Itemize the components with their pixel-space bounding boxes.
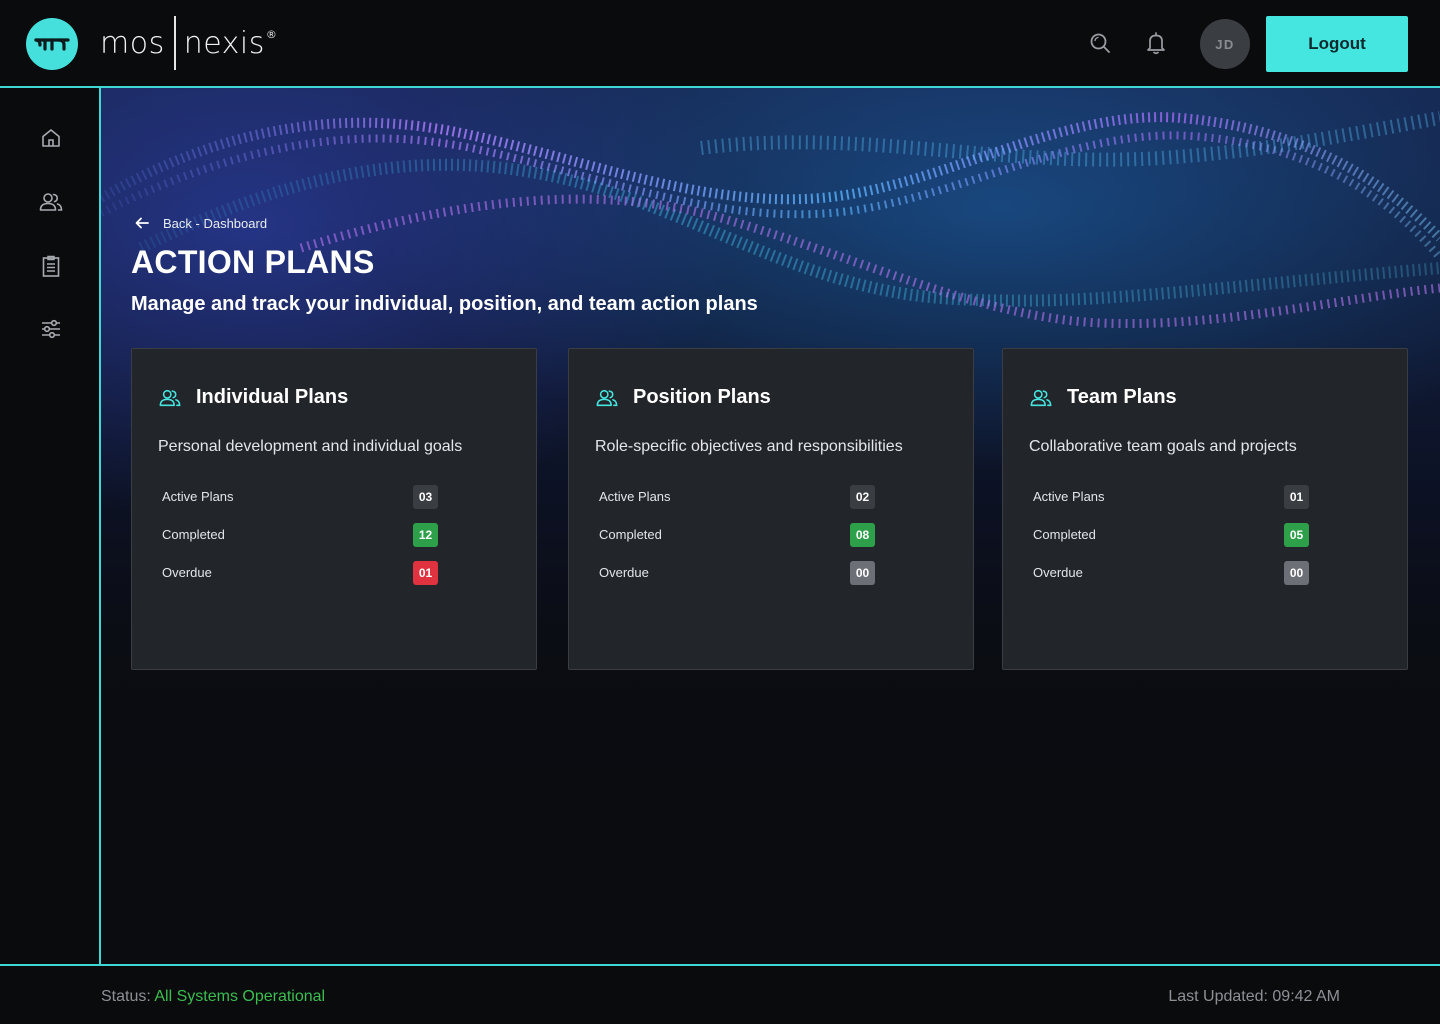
hero-wave-graphic (101, 111, 1440, 329)
status-value: All Systems Operational (154, 988, 326, 1005)
top-bar: mos nexis ® JD Logout (0, 0, 1440, 88)
overdue-badge: 00 (850, 561, 875, 585)
arrow-left-icon (135, 217, 149, 229)
stat-row-overdue: Overdue 00 (599, 561, 875, 585)
card-header: Individual Plans (158, 386, 348, 409)
status-bar: Status: All Systems Operational Last Upd… (0, 964, 1440, 1024)
card-description: Collaborative team goals and projects (1029, 438, 1297, 455)
overdue-badge: 01 (413, 561, 438, 585)
users-icon (1030, 389, 1052, 406)
bell-icon[interactable] (1143, 30, 1169, 56)
last-updated: Last Updated: 09:42 AM (1168, 988, 1340, 1005)
registered-mark: ® (265, 28, 277, 41)
stat-label: Completed (162, 527, 225, 542)
clipboard-icon (42, 255, 60, 277)
brand-left: mos (100, 25, 165, 61)
card-individual-plans[interactable]: Individual Plans Personal development an… (131, 348, 537, 670)
card-title: Team Plans (1067, 386, 1177, 408)
stat-row-completed: Completed 05 (1033, 523, 1309, 547)
sidebar-item-settings[interactable] (36, 314, 66, 344)
stat-label: Active Plans (162, 489, 234, 504)
card-header: Position Plans (595, 386, 771, 409)
users-icon (159, 389, 181, 406)
avatar[interactable]: JD (1200, 19, 1250, 69)
stat-row-overdue: Overdue 00 (1033, 561, 1309, 585)
stat-label: Overdue (162, 565, 212, 580)
card-description: Personal development and individual goal… (158, 438, 463, 455)
active-plans-badge: 01 (1284, 485, 1309, 509)
completed-badge: 05 (1284, 523, 1309, 547)
overdue-badge: 00 (1284, 561, 1309, 585)
stat-label: Overdue (599, 565, 649, 580)
page-subtitle: Manage and track your individual, positi… (131, 293, 758, 315)
sidebar (0, 88, 101, 965)
completed-badge: 08 (850, 523, 875, 547)
stat-row-active: Active Plans 01 (1033, 485, 1309, 509)
active-plans-badge: 03 (413, 485, 438, 509)
card-team-plans[interactable]: Team Plans Collaborative team goals and … (1002, 348, 1408, 670)
card-title: Position Plans (633, 386, 771, 408)
main-content: Back - Dashboard ACTION PLANS Manage and… (101, 88, 1440, 965)
sidebar-item-clipboard[interactable] (36, 251, 66, 281)
brand-wordmark: mos nexis ® (100, 16, 277, 70)
active-plans-badge: 02 (850, 485, 875, 509)
sliders-icon (42, 319, 60, 339)
stat-row-active: Active Plans 02 (599, 485, 875, 509)
stat-row-completed: Completed 08 (599, 523, 875, 547)
stat-row-completed: Completed 12 (162, 523, 438, 547)
card-position-plans[interactable]: Position Plans Role-specific objectives … (568, 348, 974, 670)
completed-badge: 12 (413, 523, 438, 547)
sidebar-item-home[interactable] (36, 123, 66, 153)
stat-label: Completed (1033, 527, 1096, 542)
back-link-label: Back - Dashboard (163, 215, 268, 231)
logo-icon[interactable] (26, 18, 78, 70)
stat-label: Active Plans (1033, 489, 1105, 504)
home-icon (42, 129, 60, 147)
stat-label: Active Plans (599, 489, 671, 504)
card-title: Individual Plans (196, 386, 349, 408)
search-icon[interactable] (1087, 30, 1113, 56)
stat-row-active: Active Plans 03 (162, 485, 438, 509)
page-title: ACTION PLANS (131, 244, 375, 280)
system-status: Status: All Systems Operational (101, 988, 325, 1006)
sidebar-item-users[interactable] (36, 187, 66, 217)
brand-right: nexis (183, 25, 265, 61)
card-header: Team Plans (1029, 386, 1177, 409)
users-icon (596, 389, 618, 406)
logout-button[interactable]: Logout (1266, 16, 1408, 72)
brand-divider (173, 16, 176, 70)
stat-row-overdue: Overdue 01 (162, 561, 438, 585)
back-link[interactable]: Back - Dashboard (135, 213, 267, 233)
stat-label: Overdue (1033, 565, 1083, 580)
status-label: Status: (101, 988, 151, 1005)
card-description: Role-specific objectives and responsibil… (595, 438, 903, 455)
stat-label: Completed (599, 527, 662, 542)
users-icon (39, 193, 63, 211)
